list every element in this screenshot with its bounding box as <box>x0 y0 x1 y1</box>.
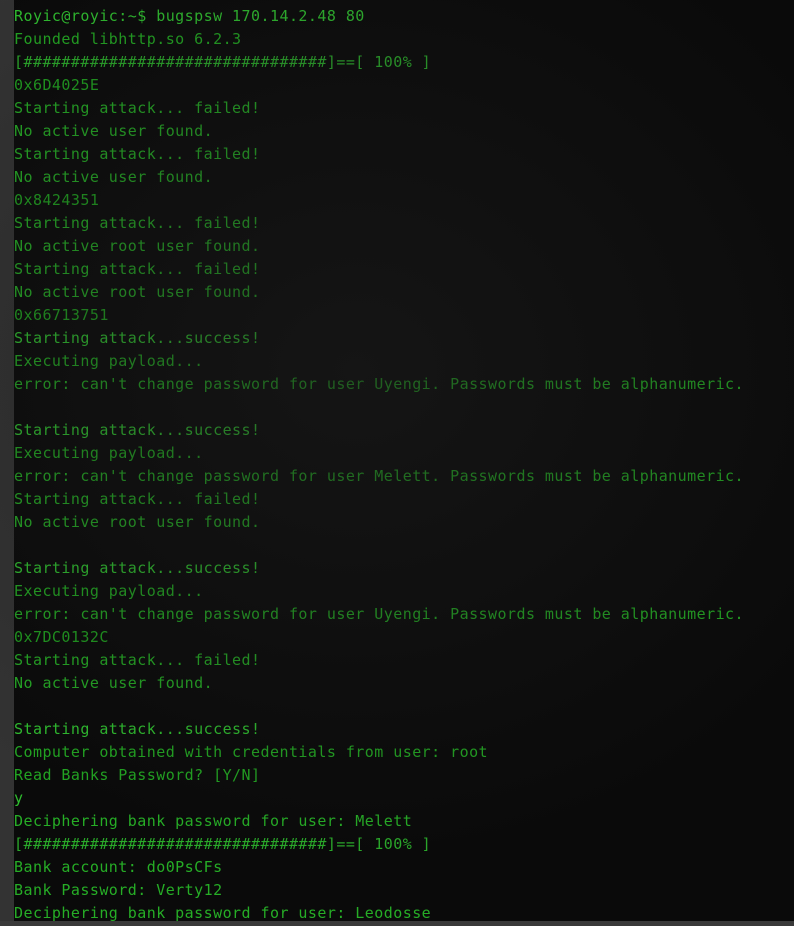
terminal-line: No active root user found. <box>14 283 261 301</box>
terminal-line: Founded libhttp.so 6.2.3 <box>14 30 242 48</box>
terminal-line: Starting attack... failed! <box>14 145 261 163</box>
terminal-line: Starting attack... failed! <box>14 651 261 669</box>
terminal-line: Computer obtained with credentials from … <box>14 743 489 761</box>
terminal-line: Read Banks Password? [Y/N] <box>14 766 261 784</box>
terminal-line: No active user found. <box>14 674 214 692</box>
terminal-bottom-bar <box>0 921 794 926</box>
terminal-line: Executing payload... <box>14 352 204 370</box>
terminal-left-gutter <box>0 0 14 921</box>
terminal-line: [################################]==[ 10… <box>14 835 432 853</box>
terminal-line: 0x66713751 <box>14 306 109 324</box>
terminal-line: Starting attack... failed! <box>14 260 261 278</box>
terminal-line: Starting attack... failed! <box>14 490 261 508</box>
terminal-line: 0x7DC0132C <box>14 628 109 646</box>
terminal-line: No active root user found. <box>14 513 261 531</box>
terminal-line: Starting attack...success! <box>14 720 261 738</box>
terminal-line: No active user found. <box>14 122 214 140</box>
terminal-line: 0x8424351 <box>14 191 100 209</box>
terminal-line: Bank Password: Verty12 <box>14 881 223 899</box>
terminal-line: Starting attack...success! <box>14 329 261 347</box>
terminal-line: [################################]==[ 10… <box>14 53 432 71</box>
terminal-line: Starting attack...success! <box>14 421 261 439</box>
terminal-line: Starting attack...success! <box>14 559 261 577</box>
terminal-console-output[interactable]: Royic@royic:~$ bugspsw 170.14.2.48 80 Fou… <box>14 0 794 925</box>
terminal-line: Bank account: do0PsCFs <box>14 858 223 876</box>
terminal-line: Starting attack... failed! <box>14 214 261 232</box>
terminal-line: No active root user found. <box>14 237 261 255</box>
terminal-line: No active user found. <box>14 168 214 186</box>
terminal-line: error: can't change password for user Uy… <box>14 605 745 623</box>
terminal-line: Starting attack... failed! <box>14 99 261 117</box>
terminal-window[interactable]: Royic@royic:~$ bugspsw 170.14.2.48 80 Fou… <box>0 0 794 926</box>
terminal-line: Executing payload... <box>14 444 204 462</box>
terminal-line: Royic@royic:~$ bugspsw 170.14.2.48 80 <box>14 7 365 25</box>
terminal-line: y <box>14 789 24 807</box>
terminal-line: Deciphering bank password for user: Mele… <box>14 812 413 830</box>
terminal-line: error: can't change password for user Uy… <box>14 375 745 393</box>
terminal-line: Executing payload... <box>14 582 204 600</box>
terminal-line: 0x6D4025E <box>14 76 100 94</box>
terminal-line: error: can't change password for user Me… <box>14 467 745 485</box>
